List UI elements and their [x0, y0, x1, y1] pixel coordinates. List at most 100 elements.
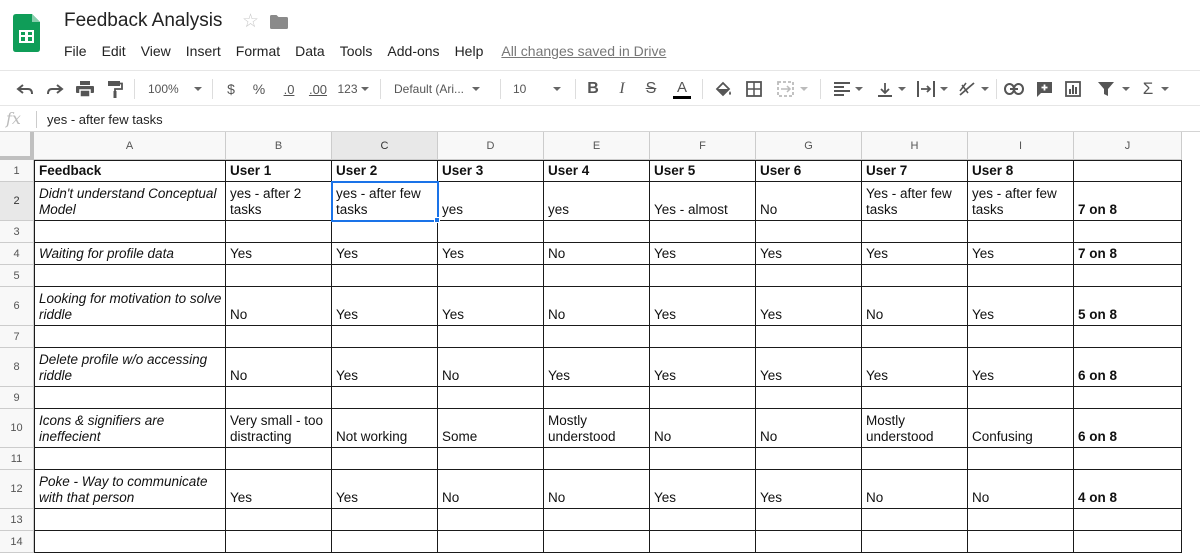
- cell-h6[interactable]: No: [862, 287, 968, 326]
- cell-a4[interactable]: Waiting for profile data: [34, 243, 226, 265]
- column-header-a[interactable]: A: [34, 132, 226, 160]
- cell-c5[interactable]: [332, 265, 438, 287]
- cell-b7[interactable]: [226, 326, 332, 348]
- row-header-3[interactable]: 3: [0, 221, 34, 243]
- cell-e3[interactable]: [544, 221, 650, 243]
- print-icon[interactable]: [74, 71, 96, 107]
- row-header-8[interactable]: 8: [0, 348, 34, 387]
- text-wrapping-icon[interactable]: [914, 71, 950, 107]
- cell-i11[interactable]: [968, 448, 1074, 470]
- cell-d10[interactable]: Some: [438, 409, 544, 448]
- cell-g14[interactable]: [756, 531, 862, 553]
- cell-b5[interactable]: [226, 265, 332, 287]
- cell-j10[interactable]: 6 on 8: [1074, 409, 1182, 448]
- cell-b3[interactable]: [226, 221, 332, 243]
- cell-i8[interactable]: Yes: [968, 348, 1074, 387]
- fill-color-icon[interactable]: [713, 71, 733, 107]
- cell-c12[interactable]: Yes: [332, 470, 438, 509]
- cell-a1[interactable]: Feedback: [34, 160, 226, 182]
- cell-a13[interactable]: [34, 509, 226, 531]
- cell-f14[interactable]: [650, 531, 756, 553]
- menu-format[interactable]: Format: [236, 43, 280, 59]
- row-header-1[interactable]: 1: [0, 160, 34, 182]
- font-family-select[interactable]: Default (Ari...: [394, 71, 490, 107]
- cell-d4[interactable]: Yes: [438, 243, 544, 265]
- cell-d6[interactable]: Yes: [438, 287, 544, 326]
- cell-c4[interactable]: Yes: [332, 243, 438, 265]
- cell-h12[interactable]: No: [862, 470, 968, 509]
- menu-insert[interactable]: Insert: [186, 43, 221, 59]
- cell-e9[interactable]: [544, 387, 650, 409]
- functions-icon[interactable]: Σ: [1139, 71, 1173, 107]
- row-header-7[interactable]: 7: [0, 326, 34, 348]
- vertical-align-icon[interactable]: [873, 71, 909, 107]
- row-header-13[interactable]: 13: [0, 509, 34, 531]
- cell-a10[interactable]: Icons & signifiers are ineffecient: [34, 409, 226, 448]
- column-header-e[interactable]: E: [544, 132, 650, 160]
- cell-b8[interactable]: No: [226, 348, 332, 387]
- cell-j14[interactable]: [1074, 531, 1182, 553]
- percent-format-button[interactable]: %: [250, 71, 268, 107]
- merge-cells-icon[interactable]: [773, 71, 811, 107]
- formula-input[interactable]: yes - after few tasks: [47, 112, 163, 127]
- cell-c2[interactable]: yes - after few tasks: [332, 182, 438, 221]
- menu-tools[interactable]: Tools: [340, 43, 373, 59]
- cell-g1[interactable]: User 6: [756, 160, 862, 182]
- cell-f13[interactable]: [650, 509, 756, 531]
- cell-d13[interactable]: [438, 509, 544, 531]
- cell-h14[interactable]: [862, 531, 968, 553]
- menu-view[interactable]: View: [141, 43, 171, 59]
- row-header-12[interactable]: 12: [0, 470, 34, 509]
- cell-e1[interactable]: User 4: [544, 160, 650, 182]
- insert-link-icon[interactable]: [1003, 71, 1025, 107]
- column-header-c[interactable]: C: [332, 132, 438, 160]
- cell-h8[interactable]: Yes: [862, 348, 968, 387]
- strikethrough-button[interactable]: S: [642, 71, 660, 107]
- cell-g4[interactable]: Yes: [756, 243, 862, 265]
- menu-help[interactable]: Help: [455, 43, 484, 59]
- cell-f9[interactable]: [650, 387, 756, 409]
- cell-b9[interactable]: [226, 387, 332, 409]
- cell-d7[interactable]: [438, 326, 544, 348]
- horizontal-align-icon[interactable]: [830, 71, 866, 107]
- cell-i10[interactable]: Confusing: [968, 409, 1074, 448]
- row-header-2[interactable]: 2: [0, 182, 34, 221]
- cell-d5[interactable]: [438, 265, 544, 287]
- cell-f12[interactable]: Yes: [650, 470, 756, 509]
- cell-d3[interactable]: [438, 221, 544, 243]
- increase-decimals-button[interactable]: .00: [306, 71, 330, 107]
- cell-i6[interactable]: Yes: [968, 287, 1074, 326]
- column-header-f[interactable]: F: [650, 132, 756, 160]
- cell-j2[interactable]: 7 on 8: [1074, 182, 1182, 221]
- cell-h9[interactable]: [862, 387, 968, 409]
- more-formats-button[interactable]: 123: [336, 71, 370, 107]
- cell-f10[interactable]: No: [650, 409, 756, 448]
- italic-button[interactable]: I: [613, 71, 631, 107]
- cell-d9[interactable]: [438, 387, 544, 409]
- cell-h10[interactable]: Mostly understood: [862, 409, 968, 448]
- cell-h11[interactable]: [862, 448, 968, 470]
- column-header-h[interactable]: H: [862, 132, 968, 160]
- cell-c7[interactable]: [332, 326, 438, 348]
- cell-f3[interactable]: [650, 221, 756, 243]
- cell-j5[interactable]: [1074, 265, 1182, 287]
- redo-icon[interactable]: [44, 71, 66, 107]
- menu-file[interactable]: File: [64, 43, 87, 59]
- insert-comment-icon[interactable]: [1033, 71, 1055, 107]
- cell-c9[interactable]: [332, 387, 438, 409]
- borders-icon[interactable]: [744, 71, 764, 107]
- cell-c13[interactable]: [332, 509, 438, 531]
- cell-c3[interactable]: [332, 221, 438, 243]
- cell-e13[interactable]: [544, 509, 650, 531]
- cell-c6[interactable]: Yes: [332, 287, 438, 326]
- cell-i2[interactable]: yes - after few tasks: [968, 182, 1074, 221]
- cell-b2[interactable]: yes - after 2 tasks: [226, 182, 332, 221]
- cell-c1[interactable]: User 2: [332, 160, 438, 182]
- cell-d11[interactable]: [438, 448, 544, 470]
- cell-e8[interactable]: Yes: [544, 348, 650, 387]
- column-header-d[interactable]: D: [438, 132, 544, 160]
- cell-i5[interactable]: [968, 265, 1074, 287]
- cell-a14[interactable]: [34, 531, 226, 553]
- cell-h2[interactable]: Yes - after few tasks: [862, 182, 968, 221]
- cell-b12[interactable]: Yes: [226, 470, 332, 509]
